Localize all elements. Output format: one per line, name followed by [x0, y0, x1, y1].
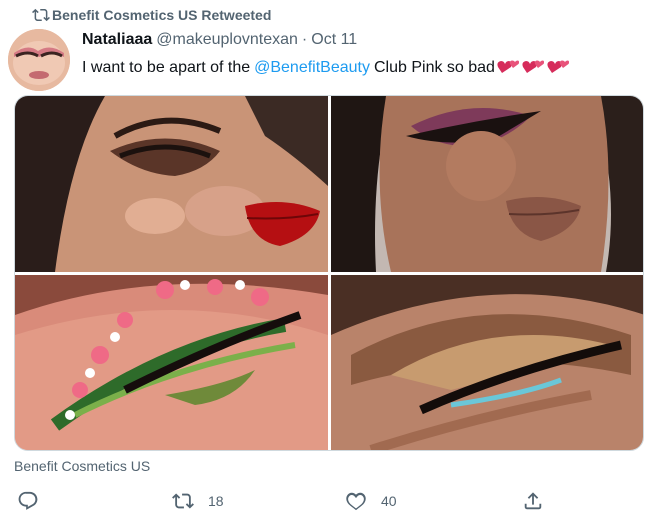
reply-button[interactable] — [17, 490, 53, 512]
retweet-indicator: Benefit Cosmetics US Retweeted — [32, 6, 271, 24]
tweet-text-after: Club Pink so bad — [373, 59, 495, 76]
makeup-photo-floral-eye[interactable] — [15, 275, 328, 450]
reply-icon — [18, 491, 38, 510]
tweet-actions: 18 40 — [0, 490, 650, 516]
retweet-label[interactable]: Benefit Cosmetics US Retweeted — [52, 7, 271, 23]
makeup-photo-red-lips[interactable] — [15, 96, 328, 272]
retweet-count: 18 — [208, 493, 224, 509]
tweet-text: I want to be apart of the @BenefitBeauty… — [82, 59, 572, 77]
retweet-button[interactable]: 18 — [172, 490, 224, 512]
retweet-icon — [172, 493, 194, 509]
separator-dot: · — [301, 31, 308, 48]
retweet-icon — [32, 8, 50, 22]
share-button[interactable] — [522, 490, 544, 512]
heart-icon — [346, 492, 366, 511]
makeup-photo-bronze-eye[interactable] — [331, 275, 643, 450]
media-caption[interactable]: Benefit Cosmetics US — [14, 458, 150, 474]
like-button[interactable]: 40 — [345, 490, 397, 512]
mention-link[interactable]: @BenefitBeauty — [254, 59, 370, 77]
makeup-photo-winged-liner[interactable] — [331, 96, 643, 272]
share-icon — [524, 492, 542, 510]
two-hearts-emoji — [497, 59, 572, 77]
author-handle[interactable]: @makeuplovntexan — [156, 31, 298, 49]
author-name[interactable]: Nataliaaa — [82, 31, 152, 49]
media-grid — [14, 95, 644, 451]
tweet-date[interactable]: Oct 11 — [311, 31, 357, 49]
avatar[interactable] — [8, 29, 70, 91]
like-count: 40 — [381, 493, 397, 509]
tweet-text-before: I want to be apart of the — [82, 59, 251, 76]
tweet-header: Nataliaaa @makeuplovntexan · Oct 11 — [82, 31, 357, 49]
